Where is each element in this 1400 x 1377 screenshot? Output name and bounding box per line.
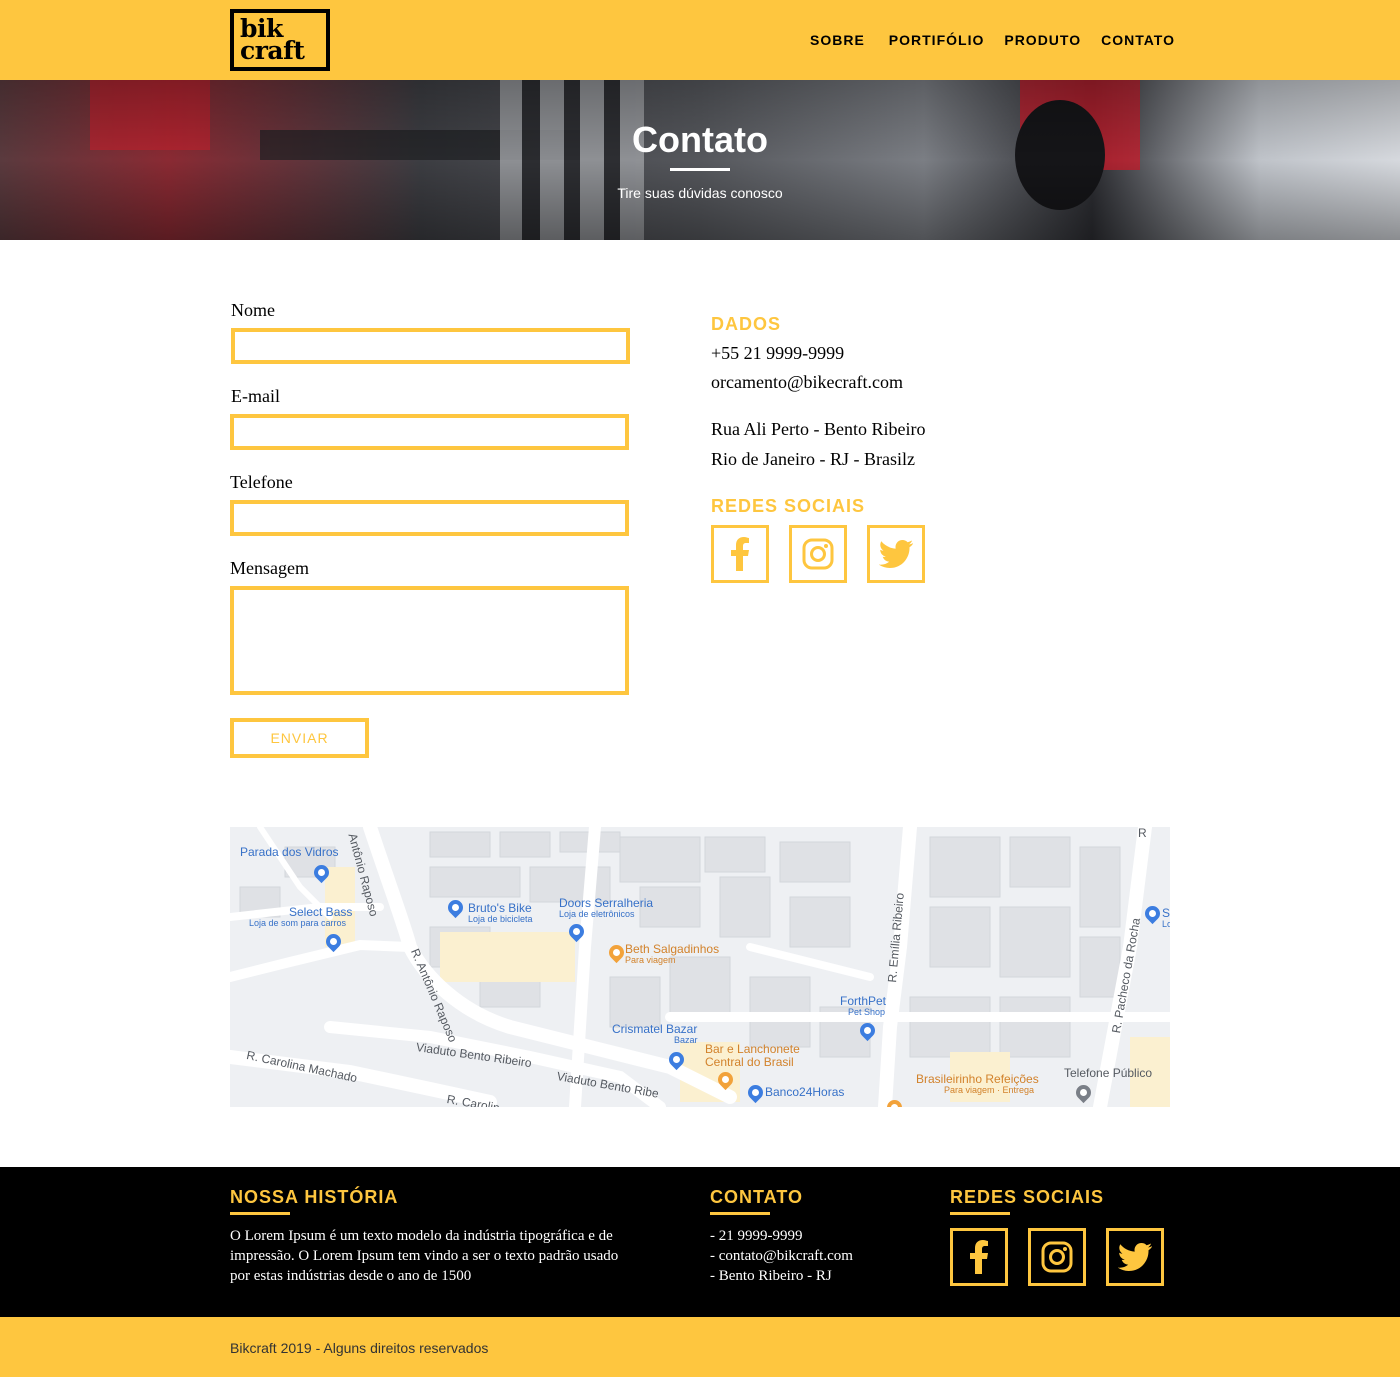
footer-twitter-link[interactable] [1106,1228,1164,1286]
footer-contact-address: - Bento Ribeiro - RJ [710,1268,832,1284]
message-field[interactable] [230,586,629,695]
name-field[interactable] [231,328,630,364]
facebook-icon [970,1240,988,1274]
map-place-label[interactable]: ForthPet Pet Shop [840,994,886,1018]
footer-contact-title: CONTATO [710,1187,803,1207]
contact-address-line2: Rio de Janeiro - RJ - Brasilz [711,449,915,469]
copyright-text: Bikcraft 2019 - Alguns direitos reservad… [230,1340,489,1356]
map-place-label[interactable]: Brasileirinho Refeições Para viagem · Ent… [916,1072,1039,1096]
email-label: E-mail [231,386,280,406]
footer-history-text-line2: impressão. O Lorem Ipsum tem vindo a ser… [230,1248,619,1264]
location-map[interactable]: Antônio Raposo R. Antônio Raposo Viaduto… [230,827,1170,1107]
footer-title-underline [950,1212,1010,1215]
map-background [230,827,1170,1107]
footer-history-text-line3: por estas indústrias desde o ano de 1500 [230,1268,472,1284]
nav-contato[interactable]: CONTATO [1101,31,1175,49]
map-place-label[interactable]: Parada dos Vidros [240,845,339,859]
twitter-icon [879,540,913,568]
logo-text-line2: craft [240,36,305,65]
phone-field[interactable] [230,500,629,536]
hero-banner: Contato Tire suas dúvidas conosco [0,80,1400,240]
map-place-label[interactable]: Doors Serralheria Loja de eletrônicos [559,896,653,920]
social-title: REDES SOCIAIS [711,496,866,516]
email-field[interactable] [230,414,629,450]
bikcraft-logo[interactable]: bik craft [230,9,330,71]
contact-email: orcamento@bikecraft.com [711,372,903,392]
map-place-label[interactable]: Telefone Público [1064,1066,1152,1080]
main-nav: SOBRE PORTIFÓLIO PRODUTO CONTATO [810,31,1175,49]
footer-title-underline [230,1212,290,1215]
nav-portifolio[interactable]: PORTIFÓLIO [889,31,985,49]
footer-history-text-line1: O Lorem Ipsum é um texto modelo da indús… [230,1228,613,1244]
title-underline [670,168,730,171]
footer-social-title: REDES SOCIAIS [950,1187,1105,1207]
footer-social-links [950,1228,1184,1286]
social-links [711,525,945,583]
site-header: bik craft SOBRE PORTIFÓLIO PRODUTO CONTA… [0,0,1400,80]
twitter-icon [1118,1243,1152,1271]
map-place-label[interactable]: Bar e Lanchonete Central do Brasil [705,1042,805,1069]
map-place-label[interactable]: S Lo [1162,906,1170,930]
page-title: Contato [632,119,768,160]
footer-history-title: NOSSA HISTÓRIA [230,1187,399,1207]
message-label: Mensagem [230,558,309,578]
map-place-label[interactable]: Beth Salgadinhos Para viagem [625,942,719,966]
instagram-icon [802,538,834,570]
phone-label: Telefone [230,472,293,492]
instagram-link[interactable] [789,525,847,583]
site-footer: NOSSA HISTÓRIA O Lorem Ipsum é um texto … [0,1167,1400,1317]
data-title: DADOS [711,314,782,334]
copyright-bar: Bikcraft 2019 - Alguns direitos reservad… [0,1317,1400,1377]
map-street-label: R [1138,827,1147,840]
instagram-icon [1041,1241,1073,1273]
name-label: Nome [231,300,275,320]
contact-phone: +55 21 9999-9999 [711,343,845,363]
nav-sobre[interactable]: SOBRE [810,31,865,49]
footer-title-underline [710,1212,770,1215]
map-place-label[interactable]: Bruto's Bike Loja de bicicleta [468,901,533,925]
map-place-label[interactable]: Select Bass Loja de som para carros [249,905,352,929]
facebook-link[interactable] [711,525,769,583]
facebook-icon [731,537,749,571]
footer-contact-phone: - 21 9999-9999 [710,1228,803,1244]
twitter-link[interactable] [867,525,925,583]
footer-instagram-link[interactable] [1028,1228,1086,1286]
footer-contact-email: - contato@bikcraft.com [710,1248,853,1264]
send-button[interactable]: ENVIAR [230,718,369,758]
contact-address-line1: Rua Ali Perto - Bento Ribeiro [711,419,926,439]
map-place-label[interactable]: Crismatel Bazar Bazar [612,1022,698,1046]
page-subtitle: Tire suas dúvidas conosco [617,185,783,201]
nav-produto[interactable]: PRODUTO [1004,31,1081,49]
footer-facebook-link[interactable] [950,1228,1008,1286]
map-place-label[interactable]: Banco24Horas [765,1085,844,1099]
